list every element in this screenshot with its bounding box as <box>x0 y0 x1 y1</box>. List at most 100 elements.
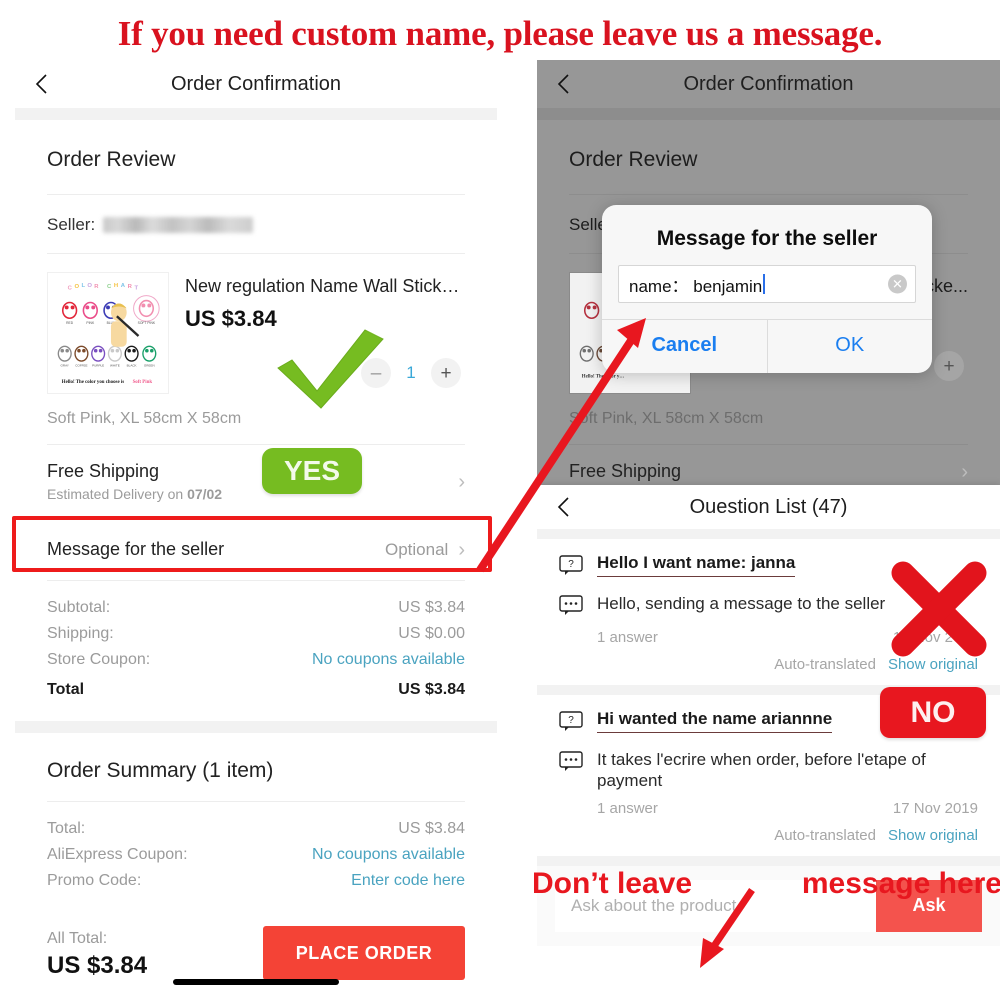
order-summary-heading: Order Summary (1 item) <box>47 759 274 782</box>
show-original-link[interactable]: Show original <box>888 827 978 844</box>
chevron-right-icon: › <box>458 538 465 561</box>
totals-value: US $0.00 <box>398 625 465 642</box>
svg-text:WHITE: WHITE <box>110 363 120 367</box>
quantity-stepper[interactable]: – 1 + <box>185 358 465 388</box>
totals-label: Subtotal: <box>47 599 111 616</box>
product-variant: Soft Pink, XL 58cm X 58cm <box>47 410 242 427</box>
svg-text:H: H <box>114 283 118 289</box>
shipping-estimate-date: 07/02 <box>187 486 223 502</box>
screenshot-root: If you need custom name, please leave us… <box>0 0 1000 1000</box>
totals-label: Shipping: <box>47 625 114 642</box>
dialog-actions: Cancel OK <box>602 319 932 373</box>
order-summary-rows: Total: US $3.84 AliExpress Coupon: No co… <box>47 802 465 912</box>
svg-text:COFFEE: COFFEE <box>75 363 87 367</box>
question-line: ? Hi wanted the name ariannne <box>559 709 978 737</box>
left-phone-screen: Order Confirmation Order Review Seller: … <box>15 60 497 1000</box>
seller-label: Seller: <box>47 215 96 234</box>
message-for-seller-label: Message for the seller <box>47 539 225 559</box>
ask-button[interactable]: Ask <box>876 879 982 932</box>
summary-value-link[interactable]: No coupons available <box>312 846 465 864</box>
shipping-estimate-prefix: Estimated Delivery on <box>47 486 188 502</box>
clear-circle-icon[interactable]: ✕ <box>888 274 907 294</box>
question-list-title: Ouestion List (47) <box>689 495 848 518</box>
quantity-decrease-button[interactable]: – <box>361 358 391 388</box>
question-date: 17 Nov 2019 <box>892 799 978 817</box>
totals-row[interactable]: Store Coupon: No coupons available <box>47 647 465 673</box>
svg-text:GREEN: GREEN <box>144 363 155 367</box>
message-for-seller-value: Optional <box>385 539 449 559</box>
totals-label: Total <box>47 681 85 698</box>
message-for-seller-row[interactable]: Message for the seller Optional › <box>47 519 465 580</box>
message-input[interactable]: name： benjamin ✕ <box>618 265 916 303</box>
svg-text:C: C <box>68 286 73 292</box>
right-phone-screen: Order Confirmation Order Review Seller H… <box>537 60 1000 1000</box>
svg-text:?: ? <box>568 559 574 570</box>
ask-bar: Ask about the product. Ask <box>537 865 1000 946</box>
translation-row: Auto-translated Show original <box>559 646 978 679</box>
answer-bubble-icon <box>559 751 585 777</box>
text-caret <box>763 274 766 294</box>
summary-row[interactable]: Promo Code: Enter code here <box>47 868 465 894</box>
show-original-link[interactable]: Show original <box>888 656 978 673</box>
summary-label: Total: <box>47 820 86 837</box>
place-order-button[interactable]: PLACE ORDER <box>263 926 465 980</box>
left-navbar-title: Order Confirmation <box>170 72 342 95</box>
all-total-value: US $3.84 <box>47 952 148 979</box>
chevron-left-icon[interactable] <box>29 71 55 97</box>
message-input-value: name： benjamin <box>629 276 763 296</box>
svg-text:PURPLE: PURPLE <box>92 363 104 367</box>
shipping-title: Free Shipping <box>47 461 160 481</box>
seller-name-blurred <box>103 217 254 233</box>
top-banner-text: If you need custom name, please leave us… <box>117 14 883 53</box>
left-section-gap <box>15 108 497 120</box>
auto-translated-label: Auto-translated <box>774 826 876 844</box>
totals-value: US $3.84 <box>398 681 465 698</box>
question-list-gap <box>537 685 1000 695</box>
svg-text:SOFT PINK: SOFT PINK <box>138 321 156 325</box>
summary-row[interactable]: AliExpress Coupon: No coupons available <box>47 842 465 868</box>
summary-label: AliExpress Coupon: <box>47 846 188 863</box>
totals-row-total: Total US $3.84 <box>47 673 465 703</box>
left-content: Order Review Seller: CO LO R CH A R T RE… <box>15 120 497 721</box>
dialog-field-wrap: name： benjamin ✕ <box>602 265 932 319</box>
totals-row: Shipping: US $0.00 <box>47 621 465 647</box>
svg-text:C: C <box>107 284 112 290</box>
question-item[interactable]: ? Hello I want name: janna Hello, sendin… <box>537 539 1000 685</box>
svg-text:O: O <box>75 284 80 290</box>
product-price: US $3.84 <box>185 306 277 331</box>
order-review-heading: Order Review <box>47 148 176 171</box>
totals-label: Store Coupon: <box>47 651 151 668</box>
product-name: New regulation Name Wall Sticke... <box>185 276 465 296</box>
ok-button[interactable]: OK <box>768 320 933 373</box>
question-item[interactable]: ? Hi wanted the name ariannne It takes l… <box>537 695 1000 856</box>
shipping-row[interactable]: Free Shipping Estimated Delivery on 07/0… <box>47 445 465 518</box>
svg-text:GRAY: GRAY <box>61 363 69 367</box>
cancel-button[interactable]: Cancel <box>602 320 767 373</box>
ask-input[interactable]: Ask about the product. <box>555 879 876 932</box>
product-thumbnail[interactable]: CO LO R CH AR T RED PINK BLUE SOFT PINK … <box>47 272 169 394</box>
svg-text:O: O <box>87 283 92 289</box>
product-info: New regulation Name Wall Sticke... US $3… <box>185 272 465 394</box>
answer-count: 1 answer <box>597 629 658 646</box>
question-text: Hello I want name: janna <box>597 553 796 577</box>
promo-code-link[interactable]: Enter code here <box>351 872 465 890</box>
svg-text:Soft Pink: Soft Pink <box>133 380 153 385</box>
order-summary-section: Order Summary (1 item) Total: US $3.84 A… <box>15 733 497 980</box>
quantity-value: 1 <box>406 363 416 382</box>
totals-list: Subtotal: US $3.84 Shipping: US $0.00 St… <box>47 581 465 721</box>
question-list-gap <box>537 529 1000 539</box>
dialog-overlay: Message for the seller name： benjamin ✕ … <box>537 60 1000 485</box>
product-row[interactable]: CO LO R CH AR T RED PINK BLUE SOFT PINK … <box>47 254 465 400</box>
totals-value-link[interactable]: No coupons available <box>312 651 465 669</box>
dialog-title: Message for the seller <box>656 227 878 250</box>
auto-translated-label: Auto-translated <box>774 656 876 673</box>
svg-text:PINK: PINK <box>86 321 95 325</box>
quantity-increase-button[interactable]: + <box>431 358 461 388</box>
seller-row[interactable]: Seller: <box>47 195 465 253</box>
translation-row: Auto-translated Show original <box>559 817 978 850</box>
summary-label: Promo Code: <box>47 872 142 889</box>
svg-text:T: T <box>135 286 139 292</box>
question-bubble-icon: ? <box>559 555 585 581</box>
chevron-left-icon[interactable] <box>551 494 577 520</box>
svg-text:L: L <box>81 283 85 289</box>
